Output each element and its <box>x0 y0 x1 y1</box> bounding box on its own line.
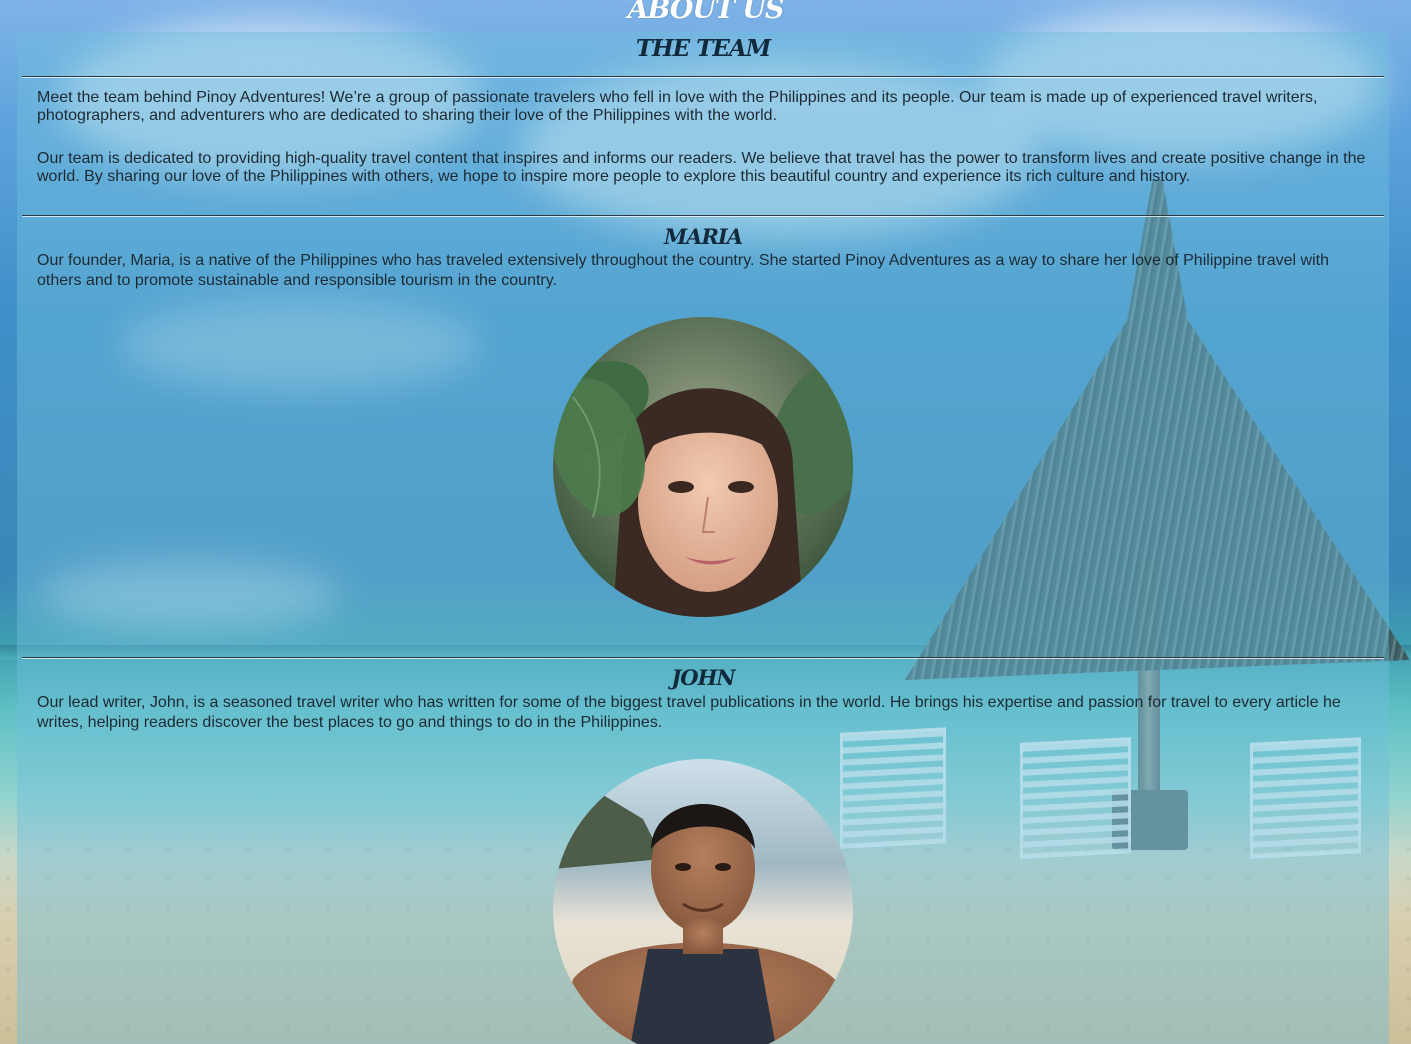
maria-avatar <box>553 317 853 617</box>
member-name-john: JOHN <box>671 665 735 690</box>
john-avatar <box>553 759 853 1044</box>
team-section-title: THE TEAM <box>635 35 771 62</box>
member-bio-maria: Our founder, Maria, is a native of the P… <box>37 252 1329 289</box>
member-bio-john: Our lead writer, John, is a seasoned tra… <box>37 694 1341 731</box>
member-name-maria: MARIA <box>663 224 743 249</box>
page-title: ABOUT US <box>627 0 785 25</box>
team-mission-paragraph: Our team is dedicated to providing high-… <box>37 150 1366 185</box>
maria-portrait <box>553 317 853 617</box>
divider <box>22 215 1384 217</box>
divider <box>22 657 1384 659</box>
team-intro-paragraph: Meet the team behind Pinoy Adventures! W… <box>37 89 1318 124</box>
about-panel: THE TEAM Meet the team behind Pinoy Adve… <box>17 32 1389 1044</box>
divider <box>22 76 1384 78</box>
john-portrait <box>553 759 853 1044</box>
